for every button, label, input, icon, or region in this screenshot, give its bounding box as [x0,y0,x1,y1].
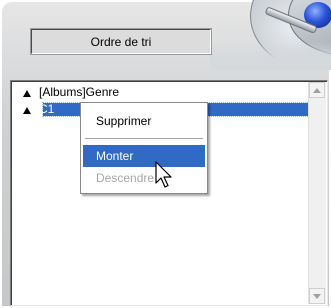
menu-item-descendre[interactable]: Descendre [83,167,205,189]
sort-order-button[interactable]: Ordre de tri [30,28,212,55]
decorative-header-graphic [210,0,331,70]
list-item-label: [Albums]Genre [39,85,120,99]
pointer-cursor-icon [155,161,172,188]
scroll-down-icon [313,293,321,299]
menu-item-monter[interactable]: Monter [83,145,205,167]
menu-item-supprimer[interactable]: Supprimer [83,110,205,132]
scroll-down-button[interactable] [309,288,325,304]
menu-separator [85,138,203,139]
scroll-up-icon [313,87,321,93]
sort-triangle-icon [23,106,31,114]
vertical-scrollbar[interactable] [308,82,326,304]
list-item-selected[interactable]: C1 [23,103,54,116]
context-menu: Supprimer Monter Descendre [80,102,208,194]
scroll-up-button[interactable] [309,82,325,98]
list-item-label: C1 [39,102,55,116]
list-item[interactable]: [Albums]Genre [23,86,119,99]
sort-order-button-label: Ordre de tri [90,34,152,49]
sort-triangle-icon [23,89,31,97]
